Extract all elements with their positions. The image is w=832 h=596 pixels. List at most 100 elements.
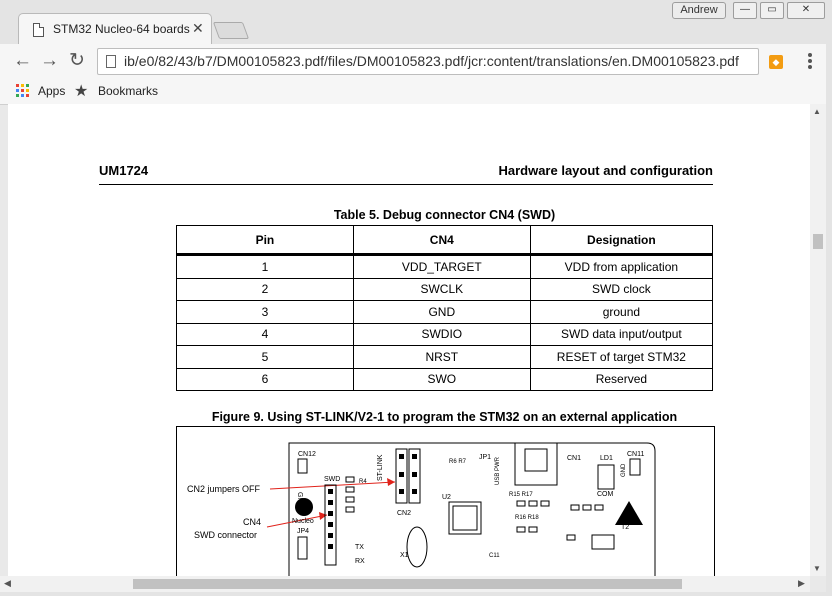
forward-icon[interactable]: →: [40, 51, 59, 71]
cell: 6: [176, 367, 354, 391]
chip-u2: [448, 501, 482, 535]
cell: SWO: [352, 367, 531, 391]
close-icon[interactable]: ✕: [192, 20, 204, 37]
tab-active[interactable]: STM32 Nucleo-64 boards ✕: [18, 13, 212, 46]
table-caption: Table 5. Debug connector CN4 (SWD): [333, 208, 556, 222]
cell: VDD from application: [529, 254, 714, 279]
table-row: 3 GND ground: [176, 300, 714, 324]
label-nucleo: Nucleo: [292, 518, 314, 525]
url-text[interactable]: ib/e0/82/43/b7/DM00105823.pdf/files/DM00…: [124, 53, 750, 69]
back-icon[interactable]: ←: [13, 51, 32, 71]
scroll-up-icon[interactable]: ▲: [813, 107, 821, 116]
horizontal-scrollbar[interactable]: ◀ ▶: [0, 576, 810, 592]
scroll-right-icon[interactable]: ▶: [798, 578, 805, 589]
label-com: COM: [597, 491, 614, 498]
label-usb-pwr: USB PWR: [495, 456, 501, 485]
figure-caption: Figure 9. Using ST-LINK/V2-1 to program …: [211, 410, 678, 424]
doc-id: UM1724: [99, 163, 149, 178]
arrow-head-cn4: [319, 512, 327, 520]
doc-icon: [33, 23, 44, 37]
label-rx: RX: [355, 558, 365, 565]
transistor-t2: [591, 534, 615, 550]
header-rule: [99, 184, 713, 185]
board-illustration: CN2 jumpers OFF CN4 SWD connector CN12 G…: [187, 442, 656, 576]
cell: 1: [176, 254, 354, 279]
cell: ground: [529, 300, 714, 324]
bookmarks-bar: Apps ★ Bookmarks: [0, 78, 832, 105]
label-cn2-jumpers: CN2 jumpers OFF: [187, 484, 261, 494]
label-r4: R4: [359, 479, 367, 485]
pdf-viewport[interactable]: UM1724 Hardware layout and configuration…: [8, 104, 810, 576]
table-row: 6 SWO Reserved: [176, 367, 714, 391]
cell: VDD_TARGET: [352, 254, 531, 279]
table-row: 1 VDD_TARGET VDD from application: [176, 254, 714, 279]
arrow-head-cn2: [387, 478, 395, 486]
cn4-pins: [328, 489, 333, 549]
usb-connector-inner: [524, 448, 548, 472]
table-row: 2 SWCLK SWD clock: [176, 277, 714, 301]
window-close-button[interactable]: ✕: [787, 2, 825, 19]
cell: SWD data input/output: [529, 322, 714, 346]
esd-warning-icon: [615, 501, 643, 525]
scroll-down-icon[interactable]: ▼: [813, 564, 821, 573]
table-row: 5 NRST RESET of target STM32: [176, 345, 714, 369]
tab-title: STM32 Nucleo-64 boards: [53, 22, 190, 36]
cell: RESET of target STM32: [529, 345, 714, 369]
scroll-left-icon[interactable]: ◀: [4, 578, 11, 589]
label-cn12: CN12: [298, 451, 316, 458]
table-row: 4 SWDIO SWD data input/output: [176, 322, 714, 346]
menu-icon[interactable]: [808, 53, 812, 71]
label-cn2: CN2: [397, 510, 411, 517]
label-tx: TX: [355, 544, 364, 551]
vertical-scroll-thumb[interactable]: [813, 234, 823, 249]
bookmark-apps[interactable]: Apps: [38, 84, 65, 98]
apps-icon[interactable]: [16, 84, 29, 97]
label-r15r17: R15 R17: [509, 492, 533, 498]
label-swd: SWD: [324, 476, 340, 483]
reload-icon[interactable]: ↻: [69, 51, 85, 71]
minimize-button[interactable]: —: [733, 2, 757, 19]
label-cn11: CN11: [627, 451, 644, 458]
label-swd-connector: SWD connector: [194, 530, 257, 540]
label-ld1: LD1: [600, 455, 613, 462]
label-r6r7: R6 R7: [449, 459, 467, 465]
table-header-row: Pin CN4 Designation: [176, 225, 714, 256]
extension-icon[interactable]: ◆: [769, 55, 783, 69]
label-jp4: JP4: [297, 528, 309, 535]
crystal-x1: [406, 526, 428, 568]
figure-board-diagram: CN2 jumpers OFF CN4 SWD connector CN12 G…: [176, 426, 715, 576]
jp4-header: [297, 536, 308, 560]
cell: GND: [352, 300, 531, 324]
cn12-header: [297, 458, 308, 474]
nucleo-logo: [295, 498, 313, 516]
cell: 4: [176, 322, 354, 346]
led-ld1: [597, 464, 615, 490]
debug-connector-table: Pin CN4 Designation 1 VDD_TARGET VDD from …: [176, 225, 714, 391]
user-badge[interactable]: Andrew: [672, 2, 726, 19]
maximize-button[interactable]: ▭: [760, 2, 784, 19]
col-header-pin: Pin: [176, 225, 354, 256]
cell: SWD clock: [529, 277, 714, 301]
address-bar[interactable]: ib/e0/82/43/b7/DM00105823.pdf/files/DM00…: [97, 48, 759, 75]
toolbar: ← → ↻ ib/e0/82/43/b7/DM00105823.pdf/file…: [0, 44, 832, 78]
label-cn1: CN1: [567, 455, 581, 462]
cn2-pins: [399, 454, 417, 494]
chip-u2-inner: [452, 505, 478, 531]
label-c11: C11: [489, 553, 500, 559]
section-title: Hardware layout and configuration: [498, 163, 713, 178]
label-st-link: ST-LINK: [377, 454, 384, 481]
label-x1: X1: [400, 552, 409, 559]
cn11-header: [629, 458, 641, 476]
label-t2: T2: [621, 524, 629, 531]
label-cn4: CN4: [243, 517, 261, 527]
title-bar: STM32 Nucleo-64 boards ✕ Andrew — ▭ ✕: [0, 0, 832, 46]
vertical-scrollbar[interactable]: ▲ ▼: [810, 104, 826, 576]
star-icon: ★: [74, 83, 89, 100]
label-r16r18: R16 R18: [515, 515, 539, 521]
horizontal-scroll-thumb[interactable]: [133, 579, 682, 589]
bookmark-folder[interactable]: Bookmarks: [98, 84, 158, 98]
new-tab-button[interactable]: [212, 22, 250, 39]
cell: SWCLK: [352, 277, 531, 301]
cell: Reserved: [529, 367, 714, 391]
cell: 5: [176, 345, 354, 369]
